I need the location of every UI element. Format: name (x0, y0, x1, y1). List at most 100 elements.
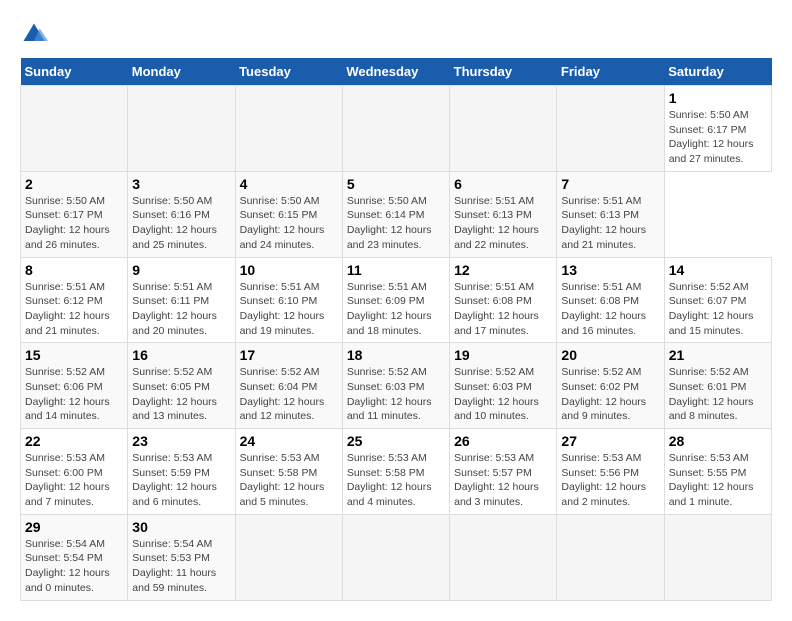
day-number: 22 (25, 433, 123, 449)
table-row: 20Sunrise: 5:52 AMSunset: 6:02 PMDayligh… (557, 343, 664, 429)
table-row: 28 Sunrise: 5:53 AMSunset: 5:55 PMDayligh… (664, 429, 771, 515)
empty-cell (21, 86, 128, 172)
day-info: Sunrise: 5:51 AMSunset: 6:09 PMDaylight:… (347, 280, 445, 339)
table-row: 16Sunrise: 5:52 AMSunset: 6:05 PMDayligh… (128, 343, 235, 429)
day-number: 6 (454, 176, 552, 192)
table-row: 1 Sunrise: 5:50 AMSunset: 6:17 PMDaylight… (664, 86, 771, 172)
day-info: Sunrise: 5:53 AMSunset: 5:58 PMDaylight:… (347, 451, 445, 510)
table-row: 8 Sunrise: 5:51 AMSunset: 6:12 PMDaylight… (21, 257, 128, 343)
table-row: 29Sunrise: 5:54 AMSunset: 5:54 PMDayligh… (21, 514, 128, 600)
day-number: 13 (561, 262, 659, 278)
empty-cell (128, 86, 235, 172)
day-info: Sunrise: 5:51 AMSunset: 6:12 PMDaylight:… (25, 280, 123, 339)
day-number: 10 (240, 262, 338, 278)
day-header-sunday: Sunday (21, 58, 128, 86)
day-number: 3 (132, 176, 230, 192)
day-info: Sunrise: 5:50 AMSunset: 6:17 PMDaylight:… (25, 194, 123, 253)
day-number: 21 (669, 347, 767, 363)
empty-cell (342, 514, 449, 600)
day-info: Sunrise: 5:53 AMSunset: 5:58 PMDaylight:… (240, 451, 338, 510)
day-info: Sunrise: 5:50 AMSunset: 6:16 PMDaylight:… (132, 194, 230, 253)
table-row: 25 Sunrise: 5:53 AMSunset: 5:58 PMDayligh… (342, 429, 449, 515)
day-number: 26 (454, 433, 552, 449)
table-row: 3 Sunrise: 5:50 AMSunset: 6:16 PMDaylight… (128, 171, 235, 257)
empty-cell (450, 514, 557, 600)
table-row: 26 Sunrise: 5:53 AMSunset: 5:57 PMDayligh… (450, 429, 557, 515)
day-number: 2 (25, 176, 123, 192)
day-info: Sunrise: 5:53 AMSunset: 5:57 PMDaylight:… (454, 451, 552, 510)
table-row: 22 Sunrise: 5:53 AMSunset: 6:00 PMDayligh… (21, 429, 128, 515)
table-row: 13 Sunrise: 5:51 AMSunset: 6:08 PMDayligh… (557, 257, 664, 343)
table-row: 18 Sunrise: 5:52 AMSunset: 6:03 PMDayligh… (342, 343, 449, 429)
day-info: Sunrise: 5:51 AMSunset: 6:08 PMDaylight:… (454, 280, 552, 339)
day-info: Sunrise: 5:53 AMSunset: 5:59 PMDaylight:… (132, 451, 230, 510)
day-info: Sunrise: 5:53 AMSunset: 5:55 PMDaylight:… (669, 451, 767, 510)
day-header-saturday: Saturday (664, 58, 771, 86)
table-row: 5 Sunrise: 5:50 AMSunset: 6:14 PMDaylight… (342, 171, 449, 257)
table-row: 10 Sunrise: 5:51 AMSunset: 6:10 PMDayligh… (235, 257, 342, 343)
day-number: 5 (347, 176, 445, 192)
day-info: Sunrise: 5:51 AMSunset: 6:10 PMDaylight:… (240, 280, 338, 339)
table-row: 14 Sunrise: 5:52 AMSunset: 6:07 PMDayligh… (664, 257, 771, 343)
empty-cell (557, 514, 664, 600)
table-row: 23 Sunrise: 5:53 AMSunset: 5:59 PMDayligh… (128, 429, 235, 515)
day-number: 4 (240, 176, 338, 192)
table-row: 27 Sunrise: 5:53 AMSunset: 5:56 PMDayligh… (557, 429, 664, 515)
day-number: 1 (669, 90, 767, 106)
day-info: Sunrise: 5:50 AMSunset: 6:17 PMDaylight:… (669, 108, 767, 167)
day-number: 9 (132, 262, 230, 278)
table-row: 12Sunrise: 5:51 AMSunset: 6:08 PMDayligh… (450, 257, 557, 343)
day-info: Sunrise: 5:53 AMSunset: 6:00 PMDaylight:… (25, 451, 123, 510)
calendar-header-row: SundayMondayTuesdayWednesdayThursdayFrid… (21, 58, 772, 86)
day-info: Sunrise: 5:51 AMSunset: 6:13 PMDaylight:… (561, 194, 659, 253)
table-row: 6 Sunrise: 5:51 AMSunset: 6:13 PMDaylight… (450, 171, 557, 257)
calendar-body: 1 Sunrise: 5:50 AMSunset: 6:17 PMDaylight… (21, 86, 772, 601)
table-row: 24Sunrise: 5:53 AMSunset: 5:58 PMDayligh… (235, 429, 342, 515)
day-number: 25 (347, 433, 445, 449)
day-number: 8 (25, 262, 123, 278)
day-number: 14 (669, 262, 767, 278)
calendar-week-5: 22 Sunrise: 5:53 AMSunset: 6:00 PMDayligh… (21, 429, 772, 515)
day-info: Sunrise: 5:54 AMSunset: 5:54 PMDaylight:… (25, 537, 123, 596)
day-info: Sunrise: 5:50 AMSunset: 6:15 PMDaylight:… (240, 194, 338, 253)
day-info: Sunrise: 5:51 AMSunset: 6:08 PMDaylight:… (561, 280, 659, 339)
day-info: Sunrise: 5:50 AMSunset: 6:14 PMDaylight:… (347, 194, 445, 253)
table-row: 7 Sunrise: 5:51 AMSunset: 6:13 PMDaylight… (557, 171, 664, 257)
day-info: Sunrise: 5:52 AMSunset: 6:07 PMDaylight:… (669, 280, 767, 339)
day-info: Sunrise: 5:51 AMSunset: 6:13 PMDaylight:… (454, 194, 552, 253)
table-row: 4 Sunrise: 5:50 AMSunset: 6:15 PMDaylight… (235, 171, 342, 257)
calendar-week-6: 29Sunrise: 5:54 AMSunset: 5:54 PMDayligh… (21, 514, 772, 600)
empty-cell (235, 514, 342, 600)
day-header-thursday: Thursday (450, 58, 557, 86)
day-header-wednesday: Wednesday (342, 58, 449, 86)
day-number: 19 (454, 347, 552, 363)
calendar-week-1: 1 Sunrise: 5:50 AMSunset: 6:17 PMDaylight… (21, 86, 772, 172)
day-info: Sunrise: 5:52 AMSunset: 6:03 PMDaylight:… (347, 365, 445, 424)
day-number: 7 (561, 176, 659, 192)
day-header-monday: Monday (128, 58, 235, 86)
empty-cell (342, 86, 449, 172)
day-number: 30 (132, 519, 230, 535)
day-number: 27 (561, 433, 659, 449)
empty-cell (450, 86, 557, 172)
day-info: Sunrise: 5:53 AMSunset: 5:56 PMDaylight:… (561, 451, 659, 510)
table-row: 15Sunrise: 5:52 AMSunset: 6:06 PMDayligh… (21, 343, 128, 429)
day-info: Sunrise: 5:54 AMSunset: 5:53 PMDaylight:… (132, 537, 230, 596)
empty-cell (235, 86, 342, 172)
day-number: 23 (132, 433, 230, 449)
logo-icon (20, 20, 48, 48)
day-info: Sunrise: 5:51 AMSunset: 6:11 PMDaylight:… (132, 280, 230, 339)
calendar-table: SundayMondayTuesdayWednesdayThursdayFrid… (20, 58, 772, 601)
day-info: Sunrise: 5:52 AMSunset: 6:04 PMDaylight:… (240, 365, 338, 424)
calendar-week-3: 8 Sunrise: 5:51 AMSunset: 6:12 PMDaylight… (21, 257, 772, 343)
day-info: Sunrise: 5:52 AMSunset: 6:03 PMDaylight:… (454, 365, 552, 424)
table-row: 21Sunrise: 5:52 AMSunset: 6:01 PMDayligh… (664, 343, 771, 429)
table-row: 30 Sunrise: 5:54 AMSunset: 5:53 PMDayligh… (128, 514, 235, 600)
day-number: 18 (347, 347, 445, 363)
table-row: 17Sunrise: 5:52 AMSunset: 6:04 PMDayligh… (235, 343, 342, 429)
day-number: 16 (132, 347, 230, 363)
day-info: Sunrise: 5:52 AMSunset: 6:02 PMDaylight:… (561, 365, 659, 424)
day-number: 28 (669, 433, 767, 449)
table-row: 19 Sunrise: 5:52 AMSunset: 6:03 PMDayligh… (450, 343, 557, 429)
page-header (20, 20, 772, 48)
